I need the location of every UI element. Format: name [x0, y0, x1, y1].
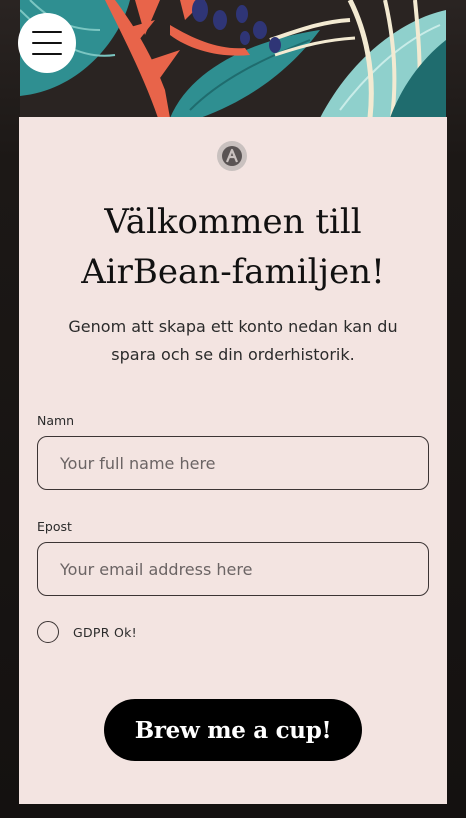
name-label: Namn	[37, 413, 75, 428]
page-title: Välkommen till AirBean-familjen!	[19, 197, 447, 297]
signup-card: Välkommen till AirBean-familjen! Genom a…	[19, 117, 447, 804]
email-label: Epost	[37, 519, 72, 534]
brew-submit-button[interactable]: Brew me a cup!	[104, 699, 362, 761]
menu-button[interactable]	[18, 13, 76, 73]
hamburger-menu-icon	[32, 31, 62, 55]
gdpr-label: GDPR Ok!	[73, 624, 137, 640]
intro-text: Genom att skapa ett konto nedan kan du s…	[68, 317, 398, 364]
gdpr-radio-button[interactable]	[37, 621, 59, 643]
page-title-line1: Välkommen till	[104, 202, 362, 242]
page-title-line2: AirBean-familjen!	[81, 252, 385, 292]
name-field[interactable]	[37, 436, 429, 490]
email-field[interactable]	[37, 542, 429, 596]
gdpr-consent: GDPR Ok!	[37, 621, 137, 643]
header-leaf-illustration	[20, 0, 446, 118]
airbean-logo-icon	[217, 141, 247, 171]
